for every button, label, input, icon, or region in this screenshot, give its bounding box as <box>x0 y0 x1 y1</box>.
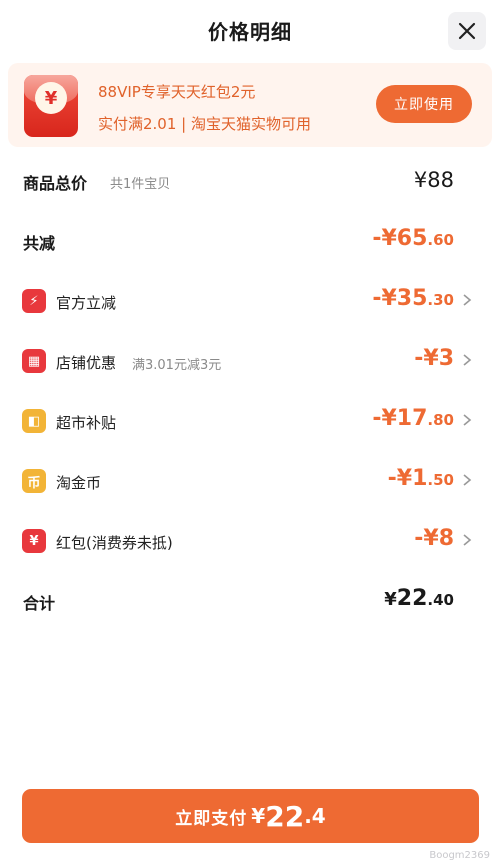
discount-item-amount: -¥35.30 <box>372 286 454 311</box>
goods-total-amount: ¥88 <box>413 168 454 192</box>
discount-item-condition: 满3.01元减3元 <box>132 358 222 373</box>
discount-item-label: 超市补贴 <box>56 414 117 432</box>
chevron-right-icon <box>463 534 472 546</box>
discount-item-label: 店铺优惠 <box>56 354 117 372</box>
discount-item-official[interactable]: ⚡ 官方立减 -¥35.30 <box>0 282 500 318</box>
price-detail-sheet: 价格明细 ¥ 88VIP专享天天红包2元 实付满2.01 | 淘宝天猫实物可用 … <box>0 0 500 863</box>
discount-item-label: 官方立减 <box>56 294 117 312</box>
page-title: 价格明细 <box>208 20 292 44</box>
pay-amount-decimal: .4 <box>304 804 326 828</box>
watermark: Boogm2369 <box>429 850 490 861</box>
promo-title: 88VIP专享天天红包2元 <box>98 83 256 101</box>
discount-item-amount: -¥8 <box>414 526 454 551</box>
use-now-button[interactable]: 立即使用 <box>376 85 472 123</box>
discount-total-row: 共减 -¥65.60 <box>0 222 500 258</box>
discount-item-redpacket[interactable]: ¥ 红包(消费券未抵) -¥8 <box>0 522 500 558</box>
discount-item-label: 淘金币 <box>56 474 102 492</box>
vip-redpacket-banner: ¥ 88VIP专享天天红包2元 实付满2.01 | 淘宝天猫实物可用 立即使用 <box>8 63 492 147</box>
discount-item-amount: -¥17.80 <box>372 406 454 431</box>
pay-now-button[interactable]: 立即支付 ¥ 22 .4 <box>22 789 479 843</box>
discount-item-shop[interactable]: ▦ 店铺优惠 满3.01元减3元 -¥3 <box>0 342 500 378</box>
discount-total-label: 共减 <box>23 234 56 253</box>
shopping-bag-icon: ◧ <box>22 409 46 433</box>
red-packet-icon: ¥ <box>24 75 78 137</box>
coin-symbol: ¥ <box>35 82 67 114</box>
discount-item-label: 红包(消费券未抵) <box>56 534 173 552</box>
lightning-icon: ⚡ <box>22 289 46 313</box>
promo-condition: 实付满2.01 | 淘宝天猫实物可用 <box>98 115 311 133</box>
coin-icon: 币 <box>22 469 46 493</box>
close-icon <box>458 22 476 40</box>
discount-item-amount: -¥1.50 <box>387 466 454 491</box>
chevron-right-icon <box>463 354 472 366</box>
goods-total-row: 商品总价 共1件宝贝 ¥88 <box>0 162 500 198</box>
discount-total-amount: -¥65.60 <box>372 226 454 251</box>
chevron-right-icon <box>463 474 472 486</box>
discount-item-taojinbi[interactable]: 币 淘金币 -¥1.50 <box>0 462 500 498</box>
grand-total-amount: ¥22.40 <box>384 586 454 611</box>
pay-currency: ¥ <box>251 804 266 828</box>
shop-icon: ▦ <box>22 349 46 373</box>
discount-item-supermarket[interactable]: ◧ 超市补贴 -¥17.80 <box>0 402 500 438</box>
pay-now-label: 立即支付 <box>175 808 248 829</box>
chevron-right-icon <box>463 294 472 306</box>
grand-total-label: 合计 <box>23 594 56 613</box>
grand-total-row: 合计 ¥22.40 <box>0 582 500 618</box>
red-packet-icon: ¥ <box>22 529 46 553</box>
close-button[interactable] <box>448 12 486 50</box>
header: 价格明细 <box>0 0 500 60</box>
goods-count: 共1件宝贝 <box>110 177 171 192</box>
goods-total-label: 商品总价 <box>23 174 88 193</box>
discount-item-amount: -¥3 <box>414 346 454 371</box>
pay-amount: 22 <box>265 799 305 833</box>
chevron-right-icon <box>463 414 472 426</box>
